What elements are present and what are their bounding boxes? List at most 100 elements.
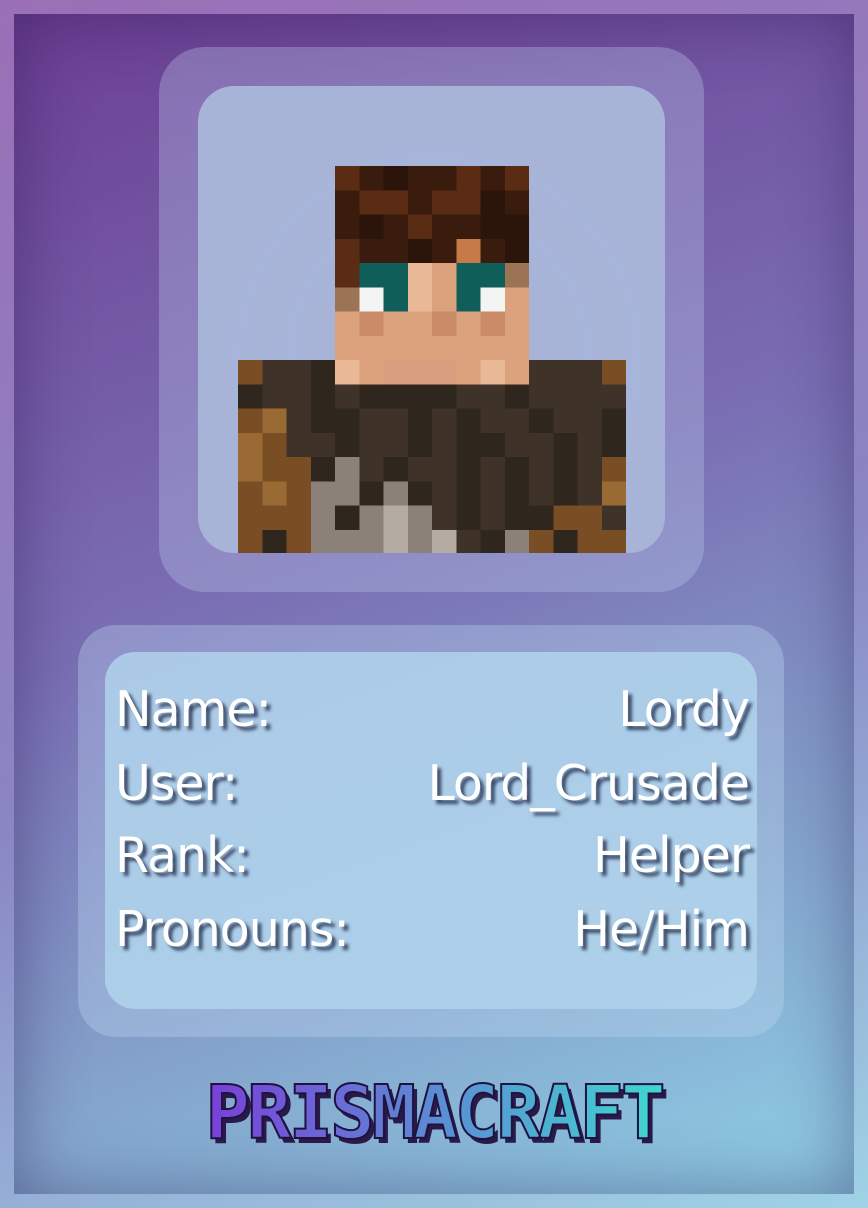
avatar-head-pixel [335, 263, 360, 288]
avatar-head-pixel [504, 287, 529, 312]
avatar-head-pixel [335, 360, 360, 385]
avatar-head-pixel [504, 166, 529, 191]
avatar-head-pixel [335, 166, 360, 191]
avatar-body-pixel [529, 457, 554, 482]
avatar-body-pixel [262, 529, 287, 553]
avatar-body-pixel [335, 384, 360, 409]
avatar-head-pixel [480, 166, 505, 191]
avatar-body-pixel [383, 457, 408, 482]
avatar-head-pixel [480, 190, 505, 215]
avatar-body-pixel [577, 408, 602, 433]
user-label: User: [115, 754, 238, 812]
avatar-body-pixel [601, 529, 626, 553]
info-panel: Name: Lordy User: Lord_Crusade Rank: Hel… [105, 652, 757, 1009]
avatar-body-pixel [335, 457, 360, 482]
avatar-body-pixel [432, 529, 457, 553]
avatar-body-pixel [553, 481, 578, 506]
avatar-head-pixel [504, 335, 529, 360]
pronouns-row: Pronouns: He/Him [115, 897, 750, 961]
name-row: Name: Lordy [115, 677, 750, 741]
avatar-body-pixel [577, 505, 602, 530]
avatar-head-pixel [480, 311, 505, 336]
pronouns-value: He/Him [573, 900, 750, 958]
avatar-head-pixel [456, 214, 481, 239]
avatar-body-pixel [504, 384, 529, 409]
logo-text: PRISMACRAFT [205, 1070, 663, 1156]
avatar-body-pixel [553, 384, 578, 409]
avatar-body-pixel [310, 457, 335, 482]
avatar-head-pixel [335, 214, 360, 239]
avatar-body-pixel [286, 505, 311, 530]
avatar-head-pixel [335, 335, 360, 360]
avatar-head-pixel [407, 214, 432, 239]
avatar-body-pixel [359, 529, 384, 553]
avatar-head-pixel [383, 166, 408, 191]
avatar-body-pixel [529, 432, 554, 457]
avatar-body-pixel [335, 529, 360, 553]
avatar-body-pixel [262, 505, 287, 530]
profile-card: Name: Lordy User: Lord_Crusade Rank: Hel… [14, 14, 854, 1194]
avatar-body-pixel [359, 481, 384, 506]
avatar-body-pixel [553, 505, 578, 530]
avatar-body-pixel [601, 384, 626, 409]
avatar-head-pixel [359, 311, 384, 336]
avatar-body-pixel [456, 505, 481, 530]
avatar-head-pixel [383, 190, 408, 215]
avatar-body-pixel [432, 384, 457, 409]
avatar-body-pixel [286, 384, 311, 409]
avatar-body-pixel [238, 360, 263, 385]
avatar-head-pixel [407, 263, 432, 288]
avatar-head-pixel [383, 214, 408, 239]
avatar-body-pixel [335, 481, 360, 506]
avatar-body-pixel [553, 457, 578, 482]
avatar-body-pixel [553, 529, 578, 553]
avatar-body-pixel [432, 457, 457, 482]
avatar-head-pixel [383, 360, 408, 385]
avatar-body-pixel [262, 408, 287, 433]
avatar-head-pixel [432, 166, 457, 191]
avatar-body-pixel [407, 457, 432, 482]
avatar-body-pixel [480, 481, 505, 506]
avatar-body-pixel [383, 505, 408, 530]
avatar-head-pixel [456, 166, 481, 191]
avatar-body-pixel [432, 408, 457, 433]
avatar-body-pixel [480, 457, 505, 482]
avatar-head-pixel [480, 214, 505, 239]
avatar-head-pixel [432, 263, 457, 288]
avatar-body-pixel [504, 408, 529, 433]
avatar-body-pixel [286, 529, 311, 553]
avatar-head-pixel [407, 190, 432, 215]
avatar-head-pixel [456, 360, 481, 385]
avatar-body-pixel [286, 408, 311, 433]
avatar-body-pixel [529, 529, 554, 553]
avatar-body-pixel [238, 529, 263, 553]
avatar-head-pixel [407, 166, 432, 191]
avatar-body-pixel [262, 457, 287, 482]
avatar-body-pixel [456, 408, 481, 433]
avatar-head-pixel [456, 238, 481, 263]
avatar-body-pixel [577, 457, 602, 482]
avatar-head-pixel [456, 263, 481, 288]
avatar-body-pixel [529, 384, 554, 409]
avatar-body-pixel [529, 360, 554, 385]
avatar-body-pixel [310, 505, 335, 530]
avatar-body-pixel [553, 360, 578, 385]
avatar [238, 166, 626, 553]
avatar-body-pixel [310, 384, 335, 409]
info-frame: Name: Lordy User: Lord_Crusade Rank: Hel… [78, 625, 784, 1037]
avatar-body-pixel [577, 481, 602, 506]
avatar-head-pixel [432, 335, 457, 360]
avatar-head-pixel [359, 214, 384, 239]
avatar-head-pixel [456, 311, 481, 336]
avatar-body-pixel [310, 432, 335, 457]
avatar-body-pixel [286, 432, 311, 457]
avatar-body-pixel [407, 408, 432, 433]
prismacraft-logo: PRISMACRAFT PRISMACRAFT [204, 1069, 670, 1156]
avatar-body-pixel [310, 408, 335, 433]
avatar-head-pixel [407, 311, 432, 336]
avatar-head-pixel [432, 311, 457, 336]
avatar-head-pixel [480, 238, 505, 263]
avatar-head-pixel [335, 190, 360, 215]
avatar-body-pixel [407, 432, 432, 457]
avatar-body-pixel [504, 529, 529, 553]
